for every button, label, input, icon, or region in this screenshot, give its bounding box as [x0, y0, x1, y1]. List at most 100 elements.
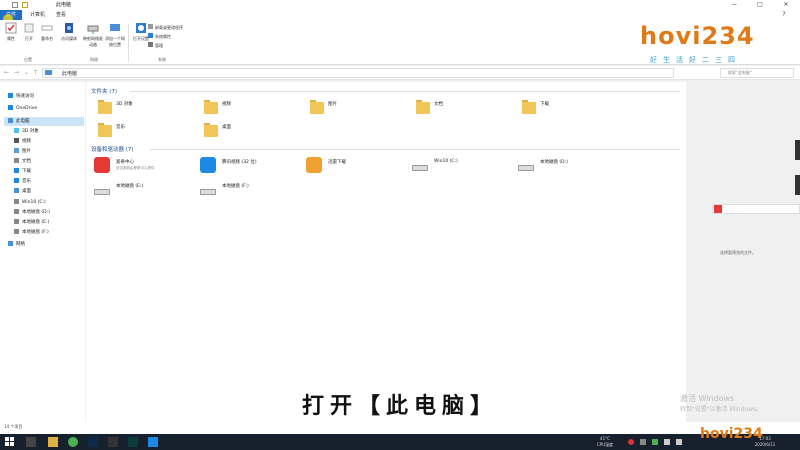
tray-network-icon[interactable]: [664, 439, 670, 445]
back-arrow-icon[interactable]: ←: [4, 69, 9, 76]
star-icon: [8, 93, 13, 98]
drive-icon: [14, 219, 19, 224]
file-explorer-icon[interactable]: [48, 437, 58, 447]
system-icon: [148, 33, 153, 38]
ribbon-tabs: [0, 10, 800, 20]
quick-access-save-icon[interactable]: [0, 0, 800, 10]
photoshop-icon[interactable]: [88, 437, 98, 447]
sidebar-item[interactable]: 音乐: [10, 177, 84, 186]
sidebar-item[interactable]: 本地磁盘 (E:): [10, 218, 84, 227]
folder-icon: [310, 102, 324, 114]
folder-item[interactable]: 下载: [522, 100, 622, 118]
group-system-label: 系统: [158, 57, 166, 62]
clock-date[interactable]: 2020/6/11: [745, 442, 785, 447]
ime-toolbar[interactable]: [712, 204, 800, 214]
system-properties-button[interactable]: 系统属性: [148, 33, 171, 40]
sidebar-item[interactable]: 快速访问: [4, 92, 84, 101]
device-item[interactable]: 迅雷下载: [306, 157, 406, 177]
access-media-label: 访问媒体: [61, 36, 77, 41]
folder-item[interactable]: 视频: [204, 100, 304, 118]
audition-icon[interactable]: [128, 437, 138, 447]
device-item[interactable]: 爱奇中心 双击更新由爱奇中心提供: [94, 157, 194, 177]
sogou-icon[interactable]: [714, 205, 722, 213]
folder-item[interactable]: 3D 对象: [98, 100, 198, 118]
properties-label: 属性: [7, 36, 15, 41]
app-icon[interactable]: [108, 437, 118, 447]
close-button[interactable]: ✕: [774, 0, 798, 10]
tray-wechat-icon[interactable]: [652, 439, 658, 445]
sidebar-item[interactable]: 网络: [4, 240, 84, 249]
minimize-button[interactable]: —: [722, 0, 746, 10]
device-sublabel: 双击更新由爱奇中心提供: [116, 166, 155, 170]
drive-icon: [14, 229, 19, 234]
computer-icon: [8, 118, 13, 123]
sidebar-item[interactable]: 本地磁盘 (D:): [10, 208, 84, 217]
uninstall-button[interactable]: 卸载或更改程序: [148, 24, 183, 31]
folder-item[interactable]: 音乐: [98, 123, 198, 141]
add-location-button[interactable]: 添加一个网络位置: [104, 22, 126, 48]
sidebar-item[interactable]: 3D 对象: [10, 127, 84, 136]
device-item[interactable]: 本地磁盘 (F:): [200, 181, 300, 201]
tray-volume-icon[interactable]: [676, 439, 682, 445]
sidebar-item[interactable]: Win10 (C:): [10, 198, 84, 207]
folder-icon: [416, 102, 430, 114]
browser-icon[interactable]: [68, 437, 78, 447]
tray-record-icon[interactable]: [628, 439, 634, 445]
device-item[interactable]: 本地磁盘 (E:): [94, 181, 194, 201]
access-media-button[interactable]: 访问媒体: [58, 22, 80, 42]
task-view-icon[interactable]: [26, 437, 36, 447]
device-label: 本地磁盘 (E:): [116, 184, 144, 189]
quick-access-properties-icon[interactable]: [12, 2, 18, 8]
maximize-button[interactable]: □: [748, 0, 772, 10]
folder-item[interactable]: 桌面: [204, 123, 304, 141]
start-windows-icon[interactable]: [5, 437, 15, 447]
sidebar-item[interactable]: 文档: [10, 157, 84, 166]
hard-drive-icon: [94, 189, 110, 195]
sidebar-item[interactable]: OneDrive: [4, 104, 84, 113]
sidebar-item-label: 网络: [16, 242, 25, 247]
folders-section-title[interactable]: 文件夹 (7): [91, 87, 117, 95]
tray-app-icon[interactable]: [640, 439, 646, 445]
open-icon: [24, 23, 34, 33]
sidebar-item-label: 此电脑: [16, 119, 30, 124]
folder-label: 视频: [222, 102, 231, 107]
window-title: 此电脑: [56, 2, 72, 8]
sidebar-item[interactable]: 图片: [10, 147, 84, 156]
app-blue-icon[interactable]: [148, 437, 158, 447]
address-bar[interactable]: [42, 68, 674, 78]
folder-icon: [204, 102, 218, 114]
folder-label: 音乐: [116, 125, 125, 130]
folder-item[interactable]: 文档: [416, 100, 516, 118]
up-arrow-icon[interactable]: ↑: [33, 69, 38, 76]
cpu-temp-value: 41°C: [600, 436, 610, 441]
folder-item[interactable]: 图片: [310, 100, 410, 118]
recent-chevron-icon[interactable]: ⌄: [24, 69, 29, 76]
rename-button[interactable]: 重命名: [36, 22, 58, 42]
manage-icon: [148, 42, 153, 47]
scrollbar-thumb[interactable]: [795, 140, 800, 160]
activation-watermark-title: 激活 Windows: [680, 394, 735, 403]
forward-arrow-icon[interactable]: →: [14, 69, 19, 76]
devices-divider: [150, 149, 680, 150]
sidebar-item[interactable]: 视频: [10, 137, 84, 146]
sidebar-item[interactable]: 此电脑: [4, 117, 84, 126]
sidebar-item[interactable]: 下载: [10, 167, 84, 176]
device-item[interactable]: 腾讯视频 (32 位): [200, 157, 300, 177]
sidebar-item[interactable]: 本地磁盘 (F:): [10, 228, 84, 237]
manage-button[interactable]: 管理: [148, 42, 163, 49]
sidebar-item[interactable]: 桌面: [10, 187, 84, 196]
tab-computer[interactable]: 计算机: [30, 10, 45, 20]
help-icon[interactable]: ?: [772, 10, 796, 20]
desktop-icon: [14, 188, 19, 193]
device-label: 本地磁盘 (D:): [540, 160, 568, 165]
clock-time[interactable]: 17:03: [745, 436, 785, 441]
sidebar-item-label: 视频: [22, 139, 31, 144]
scrollbar-thumb-2[interactable]: [795, 175, 800, 195]
device-item[interactable]: 本地磁盘 (D:): [518, 157, 618, 177]
map-drive-button[interactable]: 映射网络驱动器: [82, 22, 104, 48]
quick-access-newfolder-icon[interactable]: [22, 2, 28, 8]
device-item[interactable]: Win10 (C:): [412, 157, 512, 177]
tab-view[interactable]: 查看: [56, 10, 66, 20]
devices-section-title[interactable]: 设备和驱动器 (7): [91, 145, 134, 153]
sidebar-item-label: 文档: [22, 159, 31, 164]
